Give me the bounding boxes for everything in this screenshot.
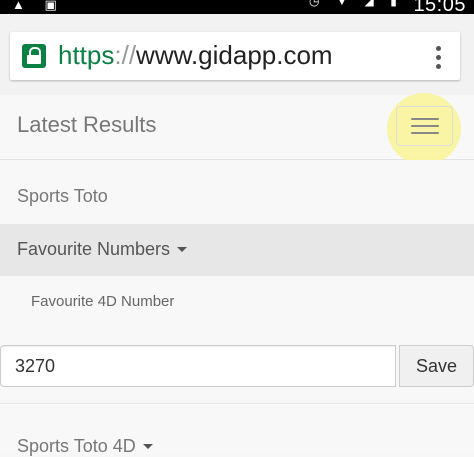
lock-icon[interactable] xyxy=(22,44,46,68)
menu-item-favourite-numbers[interactable]: Favourite Numbers xyxy=(0,224,474,276)
hamburger-icon xyxy=(410,118,439,120)
status-bar-left: ▲ ▣ xyxy=(12,0,73,13)
status-bar: ▲ ▣ ◷ ▼ ◢ ▮ 15:05 xyxy=(0,0,474,16)
favourite-number-input[interactable] xyxy=(0,345,396,387)
gallery-icon: ▣ xyxy=(44,0,57,12)
submenu-item-label: Favourite 4D Number xyxy=(31,293,175,310)
browser-toolbar: https://www.gidapp.com xyxy=(0,14,474,96)
favourite-number-form: Save xyxy=(0,330,474,400)
url-scheme: https xyxy=(58,40,115,70)
person-icon: ▲ xyxy=(12,0,25,12)
address-bar[interactable]: https://www.gidapp.com xyxy=(10,32,460,80)
caret-down-icon xyxy=(142,444,153,449)
caret-down-icon xyxy=(177,247,188,252)
url-separator: :// xyxy=(114,40,137,70)
submenu-item-favourite-4d[interactable]: Favourite 4D Number xyxy=(0,276,474,331)
wifi-icon: ▼ xyxy=(336,0,349,8)
menu-item-label: Favourite Numbers xyxy=(17,239,188,260)
more-vert-icon[interactable] xyxy=(436,46,442,69)
save-button[interactable]: Save xyxy=(399,345,474,387)
signal-icon: ◢ xyxy=(364,0,375,8)
menu-item-sports-toto-4d[interactable]: Sports Toto 4D xyxy=(0,404,474,456)
alarm-icon: ◷ xyxy=(308,0,320,8)
url-host: www.gidapp.com xyxy=(136,40,333,70)
menu-item-sports-toto[interactable]: Sports Toto xyxy=(0,160,474,225)
battery-icon: ▮ xyxy=(390,0,398,8)
navbar-toggle-button[interactable] xyxy=(396,106,453,146)
navbar-brand[interactable]: Latest Results xyxy=(17,112,156,138)
menu-item-label: Sports Toto xyxy=(17,186,108,206)
url-text[interactable]: https://www.gidapp.com xyxy=(58,40,333,71)
